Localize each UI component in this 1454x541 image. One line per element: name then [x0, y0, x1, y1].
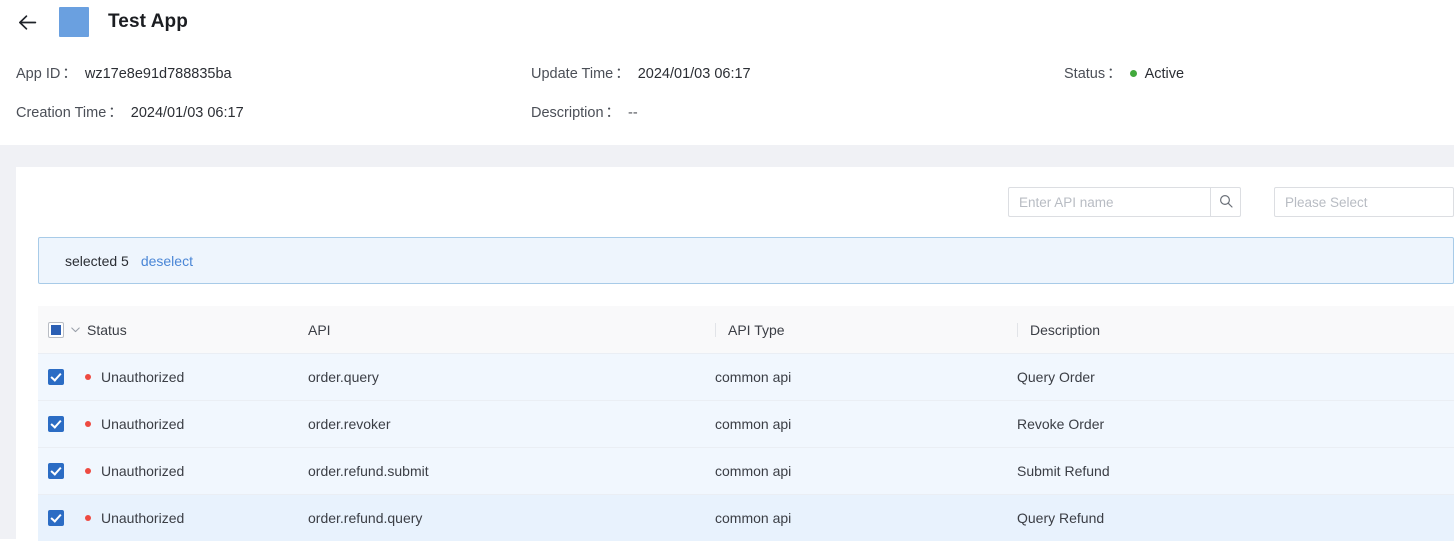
row-description-cell: Revoke Order — [1017, 416, 1105, 432]
app-logo-icon — [59, 7, 89, 37]
meta-update-time: Update Time ： 2024/01/03 06:17 — [531, 62, 1064, 83]
api-list-card: Please Select selected 5 deselect Status — [16, 167, 1454, 541]
select-all-checkbox[interactable] — [48, 321, 64, 338]
app-detail-header: Test App App ID ： wz17e8e91d788835ba Upd… — [0, 0, 1454, 145]
arrow-left-icon[interactable] — [14, 9, 40, 35]
table-header-api-label: API — [308, 321, 331, 338]
meta-app-id: App ID ： wz17e8e91d788835ba — [0, 62, 531, 83]
status-dot-icon — [85, 374, 91, 380]
meta-update-time-colon: ： — [615, 66, 630, 82]
content-area: Please Select selected 5 deselect Status — [0, 167, 1454, 541]
row-api-cell: order.query — [308, 369, 379, 385]
row-type-cell: common api — [715, 416, 792, 432]
row-checkbox[interactable] — [48, 510, 64, 526]
meta-description-colon: ： — [605, 105, 621, 121]
meta-creation-time-label: Creation Time — [16, 105, 107, 121]
search-input[interactable] — [1008, 187, 1210, 217]
status-dot-icon — [1129, 70, 1137, 77]
row-description-cell: Query Refund — [1017, 510, 1105, 526]
table-header-type-label: API Type — [728, 321, 785, 338]
api-table: Status API API Type Description Unauthor… — [38, 306, 1454, 541]
search-group — [1008, 187, 1241, 217]
row-status-label: Unauthorized — [101, 369, 185, 385]
row-status-label: Unauthorized — [101, 416, 185, 432]
table-header-status-label: Status — [87, 321, 127, 338]
row-checkbox[interactable] — [48, 463, 64, 479]
row-status-cell: Unauthorized — [38, 416, 303, 432]
meta-description: Description ： -- — [531, 101, 1064, 122]
row-api-cell: order.revoker — [308, 416, 391, 432]
table-header-type: API Type — [705, 322, 1011, 338]
meta-app-id-label: App ID — [16, 66, 61, 82]
row-status-cell: Unauthorized — [38, 463, 303, 479]
table-row[interactable]: Unauthorized order.revoker common api Re… — [38, 400, 1454, 447]
row-api-cell: order.refund.submit — [308, 463, 429, 479]
status-badge: Active — [1144, 66, 1185, 82]
row-type-cell: common api — [715, 463, 792, 479]
selection-banner: selected 5 deselect — [38, 237, 1454, 284]
section-divider-band — [0, 145, 1454, 167]
meta-update-time-label: Update Time — [531, 66, 614, 82]
column-divider — [1017, 322, 1018, 337]
row-type-cell: common api — [715, 510, 792, 526]
row-status-label: Unauthorized — [101, 463, 185, 479]
row-type-cell: common api — [715, 369, 792, 385]
row-api-cell: order.refund.query — [308, 510, 423, 526]
meta-status-colon: ： — [1107, 66, 1122, 82]
search-button[interactable] — [1210, 187, 1241, 217]
meta-creation-time-value: 2024/01/03 06:17 — [130, 105, 244, 121]
table-header-status: Status — [38, 321, 303, 338]
title-row: Test App — [0, 0, 1454, 44]
table-header-description: Description — [1011, 322, 1454, 338]
row-description-cell: Submit Refund — [1017, 463, 1110, 479]
table-row[interactable]: Unauthorized order.refund.submit common … — [38, 447, 1454, 494]
api-type-select-placeholder: Please Select — [1285, 194, 1368, 210]
table-header-row: Status API API Type Description — [38, 306, 1454, 353]
deselect-link[interactable]: deselect — [141, 253, 193, 269]
meta-app-id-value: wz17e8e91d788835ba — [84, 66, 232, 82]
row-checkbox[interactable] — [48, 416, 64, 432]
page-title: Test App — [108, 11, 188, 32]
status-dot-icon — [85, 515, 91, 521]
row-status-cell: Unauthorized — [38, 510, 303, 526]
row-status-label: Unauthorized — [101, 510, 185, 526]
meta-update-time-value: 2024/01/03 06:17 — [637, 66, 751, 82]
table-header-description-label: Description — [1030, 321, 1101, 338]
meta-description-value: -- — [628, 105, 638, 121]
status-dot-icon — [85, 421, 91, 427]
meta-creation-time: Creation Time ： 2024/01/03 06:17 — [0, 101, 531, 122]
meta-description-label: Description — [531, 105, 604, 121]
meta-app-id-colon: ： — [62, 66, 77, 82]
row-status-cell: Unauthorized — [38, 369, 303, 385]
meta-creation-time-colon: ： — [108, 105, 123, 121]
meta-status-label: Status — [1064, 66, 1106, 82]
app-meta-grid: App ID ： wz17e8e91d788835ba Update Time … — [0, 53, 1454, 131]
filter-toolbar: Please Select — [16, 167, 1454, 237]
table-header-api: API — [303, 322, 705, 338]
search-icon — [1219, 194, 1233, 211]
row-description-cell: Query Order — [1017, 369, 1095, 385]
status-dot-icon — [85, 468, 91, 474]
api-type-select[interactable]: Please Select — [1274, 187, 1454, 217]
row-checkbox[interactable] — [48, 369, 64, 385]
chevron-down-icon[interactable] — [71, 326, 80, 333]
meta-row-1: App ID ： wz17e8e91d788835ba Update Time … — [0, 53, 1454, 92]
meta-status: Status ： Active — [1064, 62, 1184, 83]
table-row[interactable]: Unauthorized order.query common api Quer… — [38, 353, 1454, 400]
column-divider — [715, 322, 716, 337]
table-row[interactable]: Unauthorized order.refund.query common a… — [38, 494, 1454, 541]
meta-row-2: Creation Time ： 2024/01/03 06:17 Descrip… — [0, 92, 1454, 131]
selected-count-text: selected 5 — [65, 252, 129, 269]
